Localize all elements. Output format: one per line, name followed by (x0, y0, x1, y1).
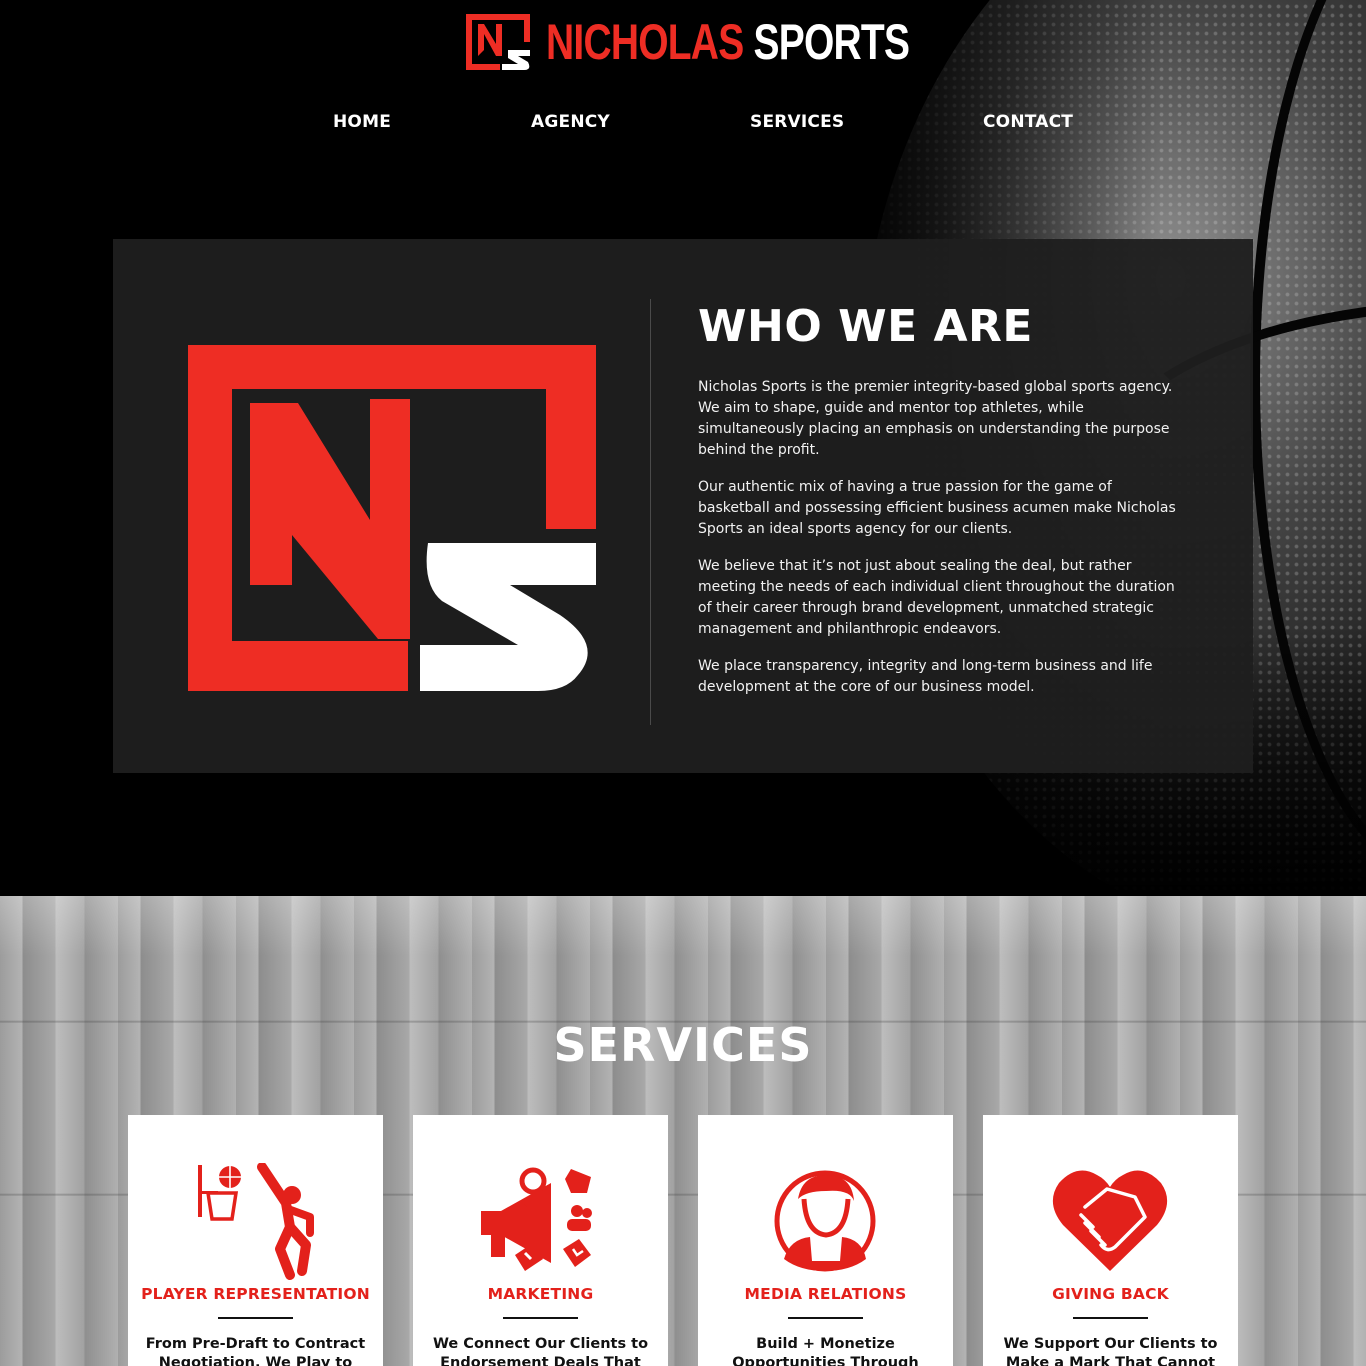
who-we-are-heading: WHO WE ARE (698, 301, 1033, 352)
panel-divider (650, 299, 651, 725)
service-card-player-representation[interactable]: PLAYER REPRESENTATION From Pre-Draft to … (128, 1115, 383, 1366)
nav-item-home[interactable]: HOME (333, 112, 391, 132)
services-section: SERVICES PLAYER REPRESENTATION From Pre-… (0, 896, 1366, 1366)
service-card-rule (1073, 1317, 1148, 1319)
service-card-text: Build + Monetize Opportunities Through S… (732, 1336, 919, 1366)
hero-section: NICHOLAS SPORTS HOME AGENCY SERVICES CON… (0, 0, 1366, 896)
service-card-rule (218, 1317, 293, 1319)
service-card-media-relations[interactable]: MEDIA RELATIONS Build + Monetize Opportu… (698, 1115, 953, 1366)
main-nav: HOME AGENCY SERVICES CONTACT (0, 112, 1366, 138)
heart-handshake-icon (1052, 1170, 1168, 1271)
ns-logo-icon (466, 14, 530, 70)
about-paragraph: We place transparency, integrity and lon… (698, 658, 1153, 695)
service-card-giving-back[interactable]: GIVING BACK We Support Our Clients to Ma… (983, 1115, 1238, 1366)
nav-item-services[interactable]: SERVICES (750, 112, 844, 132)
about-paragraph: Our authentic mix of having a true passi… (698, 479, 1176, 537)
basketball-player-dunk-icon (198, 1163, 314, 1280)
service-card-rule (503, 1317, 578, 1319)
megaphone-marketing-icon (481, 1167, 592, 1271)
service-card-title: GIVING BACK (1052, 1285, 1169, 1303)
nav-item-contact[interactable]: CONTACT (983, 112, 1073, 132)
service-card-text: We Support Our Clients to Make a Mark Th… (1003, 1336, 1218, 1366)
service-card-title: MEDIA RELATIONS (744, 1285, 907, 1303)
ns-monogram-logo-large (188, 345, 596, 691)
services-heading: SERVICES (553, 1018, 813, 1072)
service-card-text: From Pre-Draft to Contract Negotiation, … (145, 1336, 366, 1366)
who-we-are-panel: WHO WE ARE Nicholas Sports is the premie… (113, 239, 1253, 773)
brand-home-link[interactable]: NICHOLAS SPORTS (466, 14, 1012, 70)
about-paragraph: We believe that it’s not just about seal… (698, 558, 1175, 637)
brand-name-part2: SPORTS (753, 14, 910, 70)
about-paragraph: Nicholas Sports is the premier integrity… (698, 379, 1173, 458)
brand-name: NICHOLAS SPORTS (546, 14, 910, 70)
service-card-marketing[interactable]: MARKETING We Connect Our Clients to Endo… (413, 1115, 668, 1366)
nav-item-agency[interactable]: AGENCY (531, 112, 610, 132)
who-we-are-body: Nicholas Sports is the premier integrity… (698, 377, 1180, 714)
person-portrait-icon (774, 1170, 876, 1272)
service-card-rule (788, 1317, 863, 1319)
service-card-text: We Connect Our Clients to Endorsement De… (432, 1336, 649, 1366)
service-card-title: PLAYER REPRESENTATION (141, 1285, 370, 1303)
brand-name-part1: NICHOLAS (546, 14, 744, 70)
service-card-title: MARKETING (487, 1285, 594, 1303)
